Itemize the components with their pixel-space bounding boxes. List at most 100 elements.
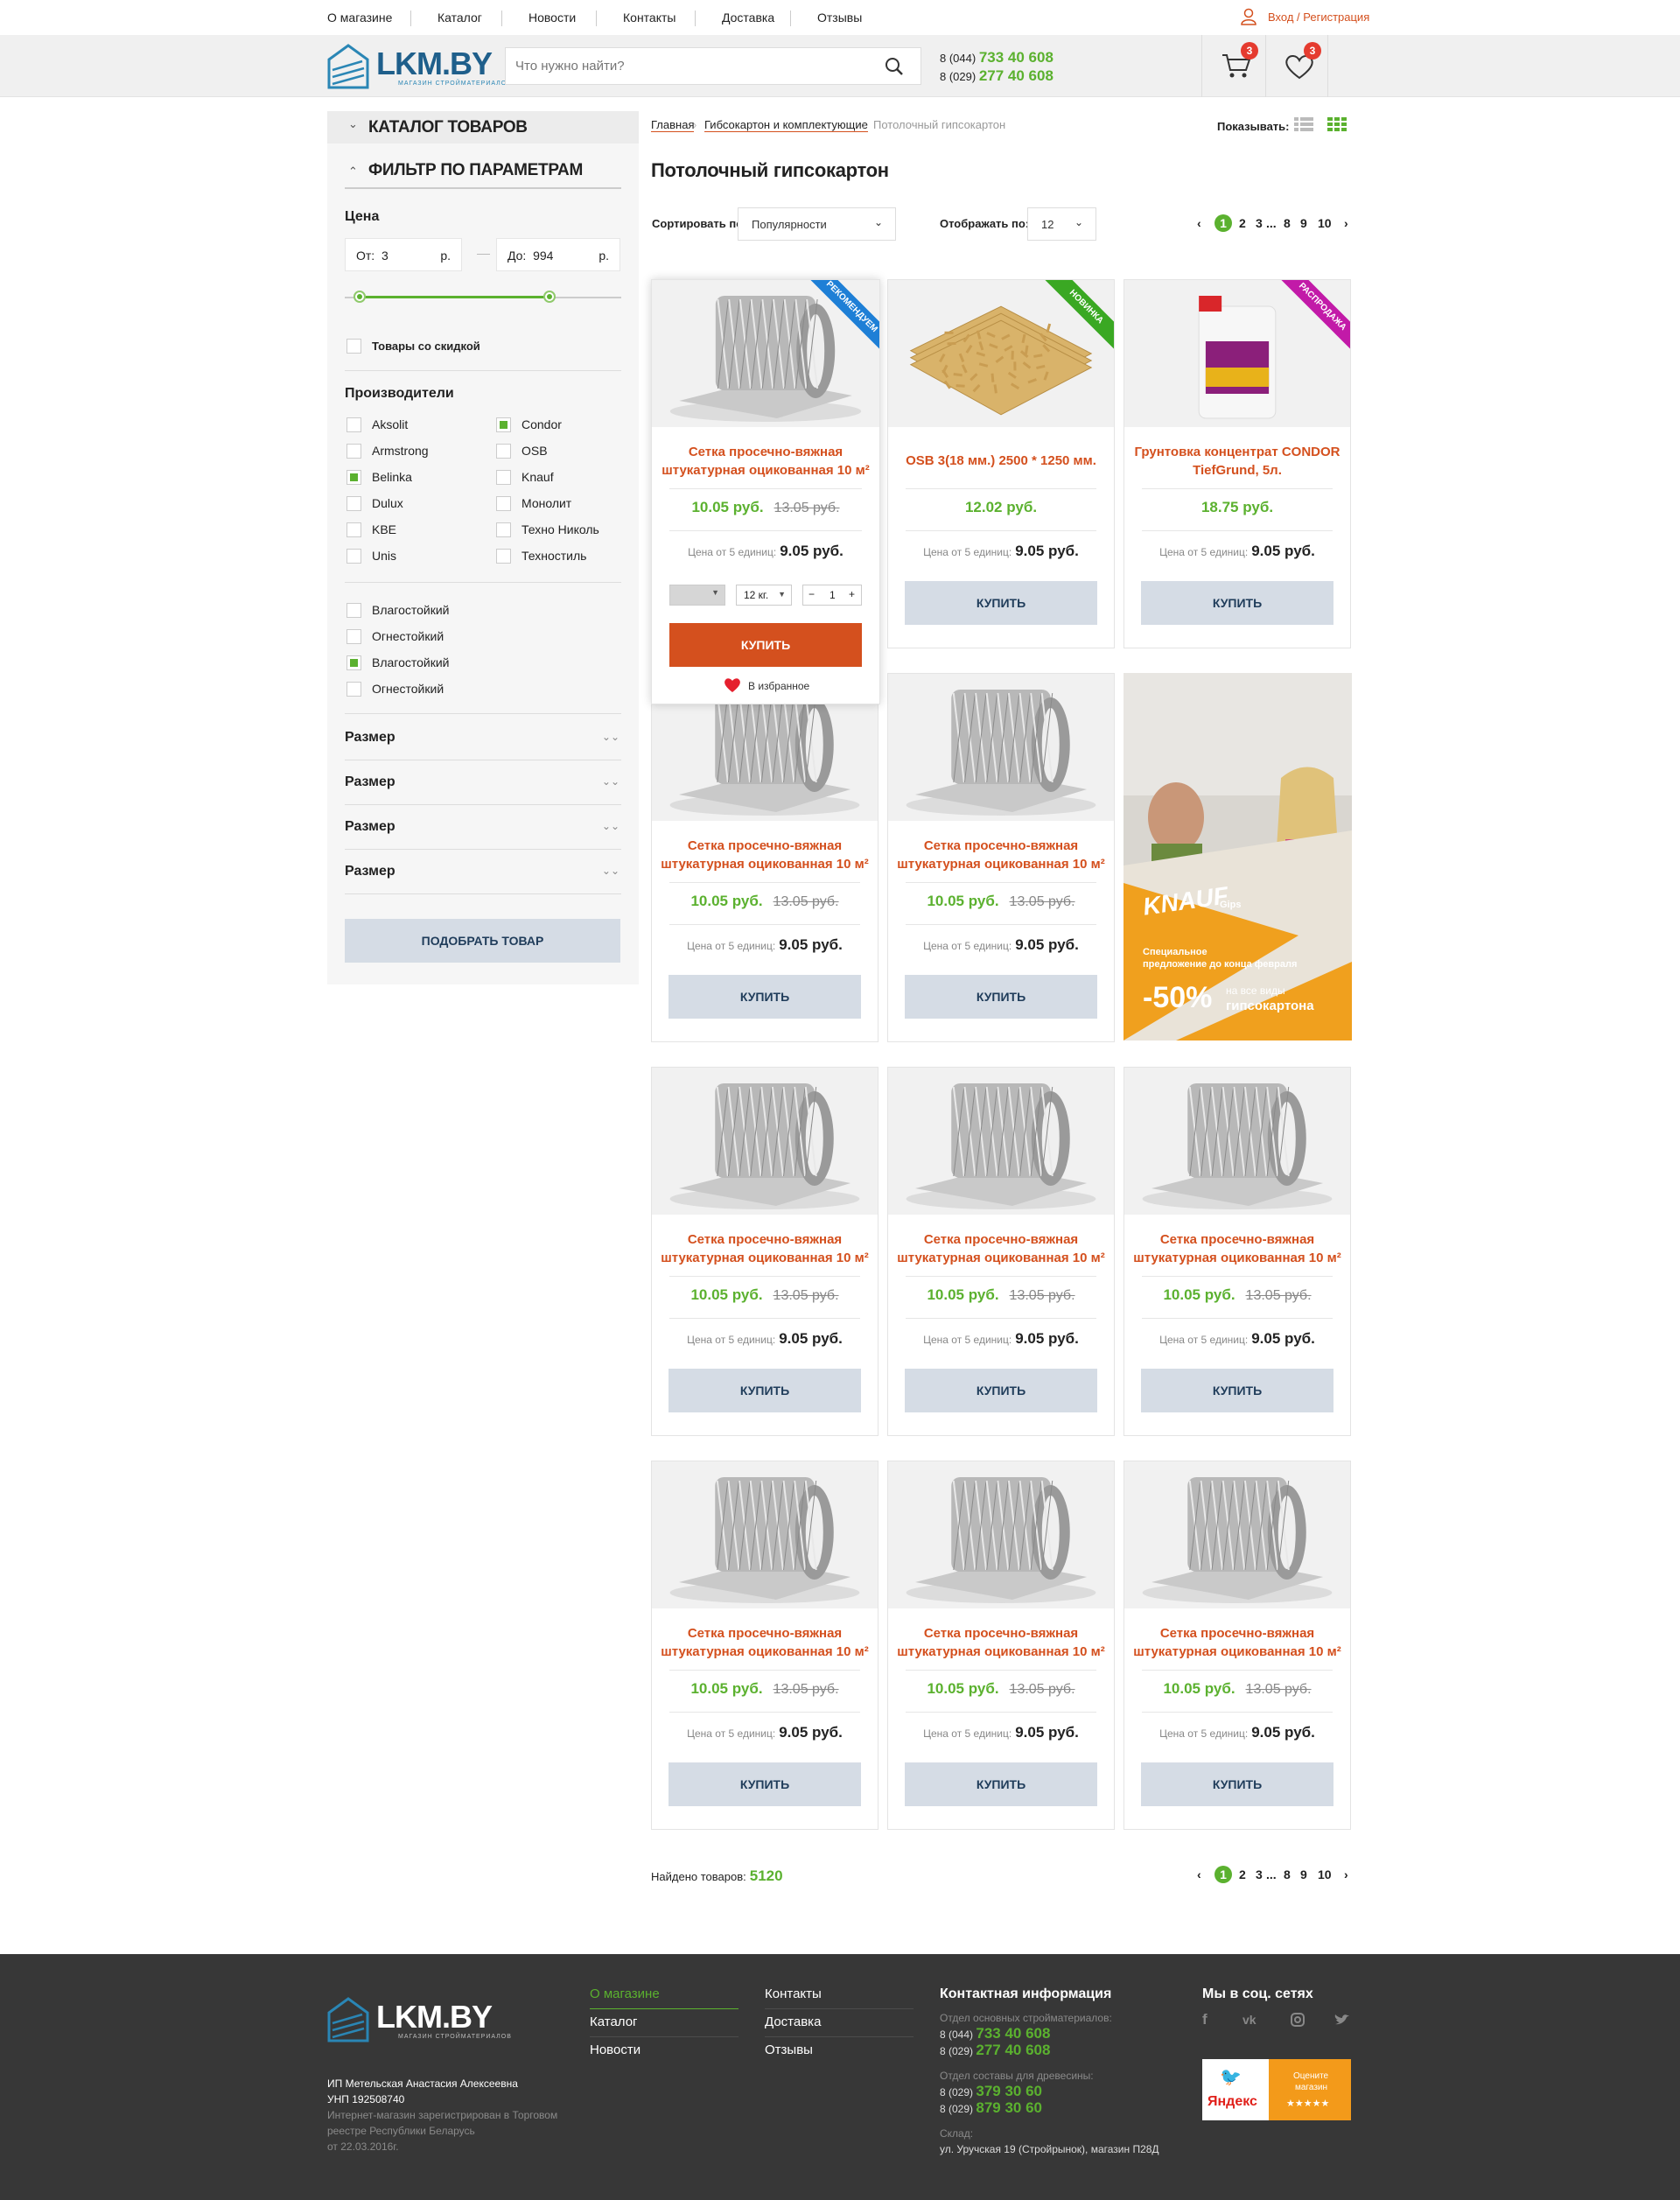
maker-checkbox[interactable] [496,470,511,485]
nav-contacts[interactable]: Контакты [623,11,676,25]
grid-view-icon[interactable] [1327,116,1347,132]
cart-button[interactable]: 3 [1201,35,1264,97]
buy-button[interactable]: КУПИТЬ [905,1762,1097,1806]
page-3[interactable]: 3 [1256,1867,1263,1881]
maker-checkbox[interactable] [496,444,511,459]
variant-select[interactable]: ▼ [669,585,725,606]
heart-icon[interactable] [724,677,741,693]
maker-checkbox[interactable] [346,417,361,432]
product-card[interactable]: Сетка просечно-вяжная штукатурная оциков… [887,1067,1115,1436]
price-slider-max-handle[interactable] [543,291,556,303]
logo-text[interactable]: LKM.BY [376,46,493,82]
maker-checkbox[interactable] [346,549,361,564]
product-card[interactable]: Сетка просечно-вяжная штукатурная оциков… [651,1461,878,1830]
product-image[interactable] [1124,1068,1350,1215]
page-2[interactable]: 2 [1239,216,1246,230]
product-card[interactable]: Распродажа Грунтовка концентрат CONDOR T… [1124,279,1351,648]
price-to-field[interactable]: До: 994 р. [496,238,620,271]
favorites-button[interactable]: 3 [1265,35,1328,97]
list-view-icon[interactable] [1294,116,1313,132]
product-image[interactable] [888,1068,1114,1215]
catalog-title[interactable]: КАТАЛОГ ТОВАРОВ [368,118,528,137]
buy-button[interactable]: КУПИТЬ [905,1369,1097,1412]
product-name[interactable]: Сетка просечно-вяжная штукатурная оциков… [661,443,871,480]
page-3[interactable]: 3 [1256,216,1263,230]
twitter-icon[interactable] [1334,2014,1350,2026]
product-name[interactable]: Сетка просечно-вяжная штукатурная оциков… [661,1230,869,1267]
maker-checkbox[interactable] [346,496,361,511]
per-page-select[interactable]: 12 ⌄ [1027,207,1096,241]
nav-catalog[interactable]: Каталог [438,11,482,25]
property-checkbox[interactable] [346,655,361,670]
page-2[interactable]: 2 [1239,1867,1246,1881]
weight-select[interactable]: 12 кг. ▼ [736,585,792,606]
footer-logo-icon[interactable] [327,1997,369,2042]
buy-button[interactable]: КУПИТЬ [905,975,1097,1019]
page-9[interactable]: 9 [1300,1867,1307,1881]
product-image[interactable] [888,674,1114,821]
chevron-up-icon[interactable]: ⌃ [348,165,358,179]
product-card[interactable]: Сетка просечно-вяжная штукатурная оциков… [651,673,878,1042]
page-10[interactable]: 10 [1318,216,1332,230]
nav-delivery[interactable]: Доставка [722,11,774,25]
product-card[interactable]: Сетка просечно-вяжная штукатурная оциков… [887,1461,1115,1830]
maker-checkbox[interactable] [496,549,511,564]
login-link[interactable]: Вход / Регистрация [1268,11,1369,24]
maker-checkbox[interactable] [496,496,511,511]
property-checkbox[interactable] [346,682,361,697]
product-card[interactable]: Сетка просечно-вяжная штукатурная оциков… [887,673,1115,1042]
footer-link-catalog[interactable]: Каталог [590,2014,638,2029]
property-checkbox[interactable] [346,603,361,618]
filter-title[interactable]: ФИЛЬТР ПО ПАРАМЕТРАМ [368,161,583,180]
nav-reviews[interactable]: Отзывы [817,11,862,25]
prev-page[interactable]: ‹ [1197,1867,1201,1881]
maker-checkbox[interactable] [346,444,361,459]
vk-icon[interactable]: vk [1242,2013,1256,2027]
qty-minus[interactable]: − [808,588,815,600]
yandex-rating-badge[interactable]: Яндекс 🐦 Оцените магазин ★★★★★ [1202,2059,1351,2120]
footer-link-about[interactable]: О магазине [590,1986,660,2001]
sort-select[interactable]: Популярности ⌄ [738,207,896,241]
footer-link-reviews[interactable]: Отзывы [765,2042,813,2057]
filter-size-1[interactable]: Размер ⌄⌄ [345,716,621,760]
logo-icon[interactable] [327,44,369,89]
footer-logo-text[interactable]: LKM.BY [376,1999,493,2035]
pick-product-button[interactable]: ПОДОБРАТЬ ТОВАР [345,919,620,963]
filter-size-4[interactable]: Размер ⌄⌄ [345,850,621,894]
footer-link-delivery[interactable]: Доставка [765,2014,821,2029]
product-card[interactable]: Сетка просечно-вяжная штукатурная оциков… [1124,1067,1351,1436]
product-card[interactable]: Новинка OSB 3(18 мм.) 2500 * 1250 мм. 12… [887,279,1115,648]
instagram-icon[interactable] [1291,2013,1305,2027]
search-input[interactable] [506,48,873,84]
maker-checkbox[interactable] [346,522,361,537]
nav-news[interactable]: Новости [528,11,576,25]
product-name[interactable]: Сетка просечно-вяжная штукатурная оциков… [1133,1230,1341,1267]
page-8[interactable]: 8 [1284,216,1291,230]
product-image[interactable] [888,1461,1114,1608]
product-card[interactable]: Сетка просечно-вяжная штукатурная оциков… [1124,1461,1351,1830]
product-name[interactable]: Сетка просечно-вяжная штукатурная оциков… [661,1624,869,1661]
page-1[interactable]: 1 [1214,214,1232,232]
product-name[interactable]: Сетка просечно-вяжная штукатурная оциков… [897,1624,1105,1661]
page-8[interactable]: 8 [1284,1867,1291,1881]
add-to-favorites[interactable]: В избранное [748,680,809,692]
page-1[interactable]: 1 [1214,1866,1232,1883]
discount-checkbox[interactable] [346,339,361,354]
page-10[interactable]: 10 [1318,1867,1332,1881]
price-slider-min-handle[interactable] [354,291,366,303]
qty-plus[interactable]: + [849,588,855,600]
maker-checkbox[interactable] [496,417,511,432]
breadcrumb-home[interactable]: Главная [651,118,695,132]
product-card-hover[interactable]: Рекомендуем Сетка просечно-вяжная штукат… [651,279,880,704]
breadcrumb-category[interactable]: Гибсокартон и комплектующие [704,118,868,132]
buy-button[interactable]: КУПИТЬ [905,581,1097,625]
promo-banner[interactable]: KNAUF Gips Специальное предложение до ко… [1124,673,1352,1040]
qty-value[interactable]: 1 [830,589,836,601]
buy-button[interactable]: КУПИТЬ [668,1762,861,1806]
facebook-icon[interactable]: f [1202,2011,1208,2028]
next-page[interactable]: › [1344,216,1348,230]
product-name[interactable]: Сетка просечно-вяжная штукатурная оциков… [897,1230,1105,1267]
filter-size-2[interactable]: Размер ⌄⌄ [345,760,621,805]
product-card[interactable]: Сетка просечно-вяжная штукатурная оциков… [651,1067,878,1436]
product-name[interactable]: Сетка просечно-вяжная штукатурная оциков… [661,837,869,873]
